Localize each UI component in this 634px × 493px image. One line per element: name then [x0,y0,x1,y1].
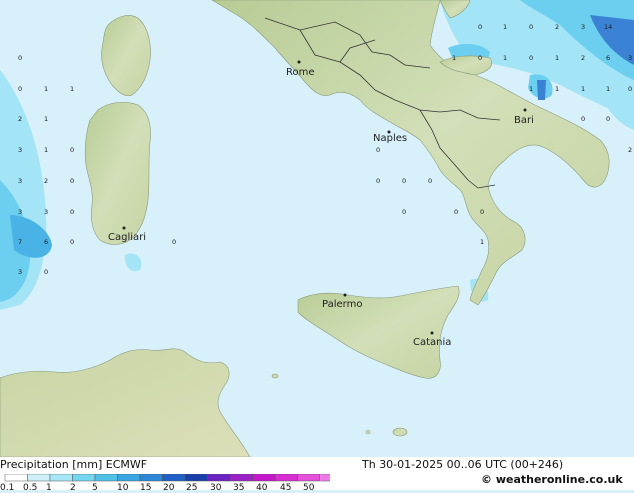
grid-value: 2 [18,115,22,123]
legend-tick-label: 35 [233,483,245,493]
grid-value: 0 [606,115,610,123]
city-label-rome: Rome [286,67,315,78]
grid-value: 0 [581,115,585,123]
city-label-naples: Naples [373,133,407,144]
grid-value: 2 [44,177,48,185]
grid-value: 0 [402,208,406,216]
grid-value: 1 [44,146,48,154]
legend-swatch [184,474,208,482]
grid-value: 1 [581,85,585,93]
grid-value: 0 [18,85,22,93]
grid-value: 0 [70,208,74,216]
grid-value: 6 [606,54,610,62]
grid-value: 1 [452,54,456,62]
city-dot [430,331,434,335]
legend-tick-label: 2 [70,483,76,493]
legend-tick-label: 5 [92,483,98,493]
grid-value: 0 [70,146,74,154]
legend-swatch [94,474,118,482]
city-dot [122,226,126,230]
grid-value: 2 [581,54,585,62]
grid-value: 0 [402,177,406,185]
grid-value: 3 [18,146,22,154]
legend-tick-label: 0.1 [0,483,15,493]
legend-tick-label: 1 [46,483,52,493]
grid-value: 1 [44,85,48,93]
legend-swatch [252,474,276,482]
grid-value: 2 [628,146,632,154]
grid-value: 1 [606,85,610,93]
grid-value: 0 [428,177,432,185]
grid-value: 0 [529,23,533,31]
grid-value: 14 [604,23,612,31]
city-dot [297,60,301,64]
legend-swatch [117,474,141,482]
city-label-palermo: Palermo [322,299,362,310]
precipitation-legend [4,474,330,482]
legend-tick-label: 15 [140,483,152,493]
grid-value: 0 [628,85,632,93]
grid-value: 0 [18,54,22,62]
legend-tick-label: 0.5 [23,483,38,493]
city-label-catania: Catania [413,337,451,348]
precipitation-map: 0 1 0 2 3 14 1 0 1 0 1 2 6 3 1 1 1 1 0 0… [0,0,634,457]
grid-value: 1 [529,85,533,93]
grid-value: 3 [18,208,22,216]
legend-swatch [4,474,28,482]
legend-swatch [139,474,163,482]
city-dot [523,108,527,112]
forecast-datetime: Th 30-01-2025 00..06 UTC (00+246) [362,458,564,471]
grid-value: 1 [503,23,507,31]
grid-value: 3 [44,208,48,216]
legend-swatch [274,474,298,482]
legend-swatch [72,474,96,482]
legend-tick-label: 25 [186,483,198,493]
grid-value: 1 [503,54,507,62]
grid-value: 7 [18,238,22,246]
grid-value: 0 [70,238,74,246]
copyright: © weatheronline.co.uk [481,473,623,486]
grid-value: 3 [628,54,632,62]
grid-value: 1 [555,54,559,62]
city-dot [343,293,347,297]
legend-tick-label: 20 [163,483,175,493]
legend-tick-label: 10 [117,483,129,493]
legend-tick-label: 30 [210,483,222,493]
legend-tick-label: 45 [280,483,292,493]
legend-swatch [207,474,231,482]
grid-value: 0 [172,238,176,246]
grid-value: 1 [44,115,48,123]
grid-value: 0 [44,268,48,276]
legend-swatch [49,474,73,482]
grid-value: 1 [70,85,74,93]
city-label-bari: Bari [514,115,534,126]
city-label-cagliari: Cagliari [108,232,146,243]
legend-swatch [297,474,321,482]
legend-tick-label: 50 [303,483,315,493]
grid-value: 0 [529,54,533,62]
grid-value: 1 [480,238,484,246]
grid-value: 0 [478,54,482,62]
grid-value: 6 [44,238,48,246]
grid-value: 0 [376,146,380,154]
grid-value: 3 [581,23,585,31]
legend-swatch [27,474,51,482]
legend-swatch [229,474,253,482]
map-title: Precipitation [mm] ECMWF [0,458,148,471]
grid-value: 3 [18,268,22,276]
grid-value: 0 [376,177,380,185]
grid-value: 0 [480,208,484,216]
grid-value: 1 [555,85,559,93]
legend-swatch [162,474,186,482]
grid-value: 2 [555,23,559,31]
grid-value: 0 [454,208,458,216]
legend-tick-label: 40 [256,483,268,493]
grid-value: 3 [18,177,22,185]
grid-value: 0 [70,177,74,185]
grid-value: 0 [478,23,482,31]
